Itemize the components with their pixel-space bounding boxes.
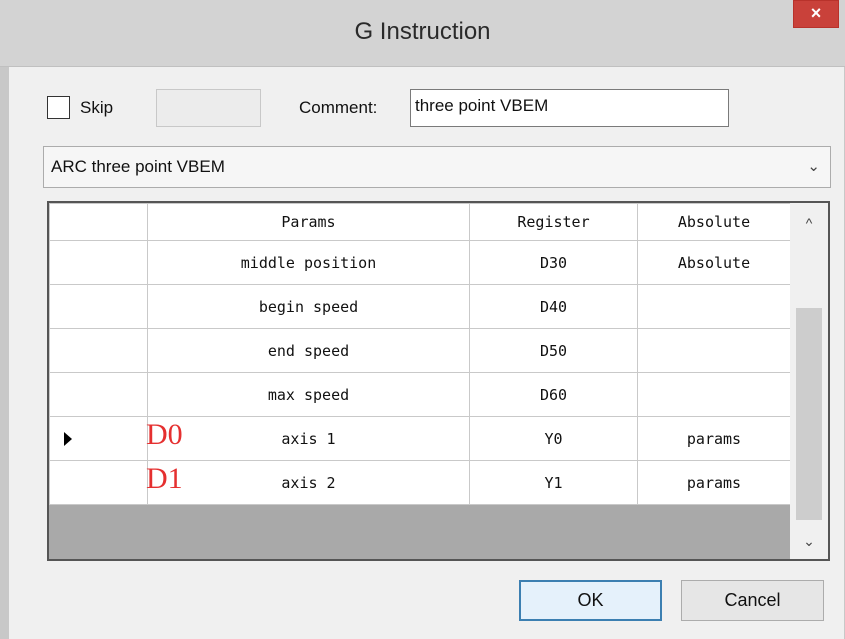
register-cell[interactable]: D50 [469, 328, 638, 373]
table-row[interactable]: begin speed D40 [49, 284, 791, 329]
param-cell[interactable]: D0 axis 1 [146, 416, 470, 461]
dialog-title: G Instruction [354, 18, 491, 45]
register-annotation: D0 [146, 418, 183, 451]
param-name: middle position [240, 253, 377, 272]
row-header-cell[interactable] [49, 416, 148, 461]
absolute-cell[interactable]: params [637, 460, 791, 505]
row-header-cell[interactable] [49, 240, 148, 285]
param-name: axis 1 [281, 429, 336, 448]
row-header-cell[interactable] [49, 328, 148, 373]
skip-value-field [156, 89, 261, 127]
param-cell[interactable]: begin speed [147, 284, 470, 329]
table-row[interactable]: D0 axis 1 Y0 params [49, 416, 791, 461]
skip-label: Skip [80, 98, 114, 117]
row-header-cell[interactable] [49, 372, 148, 417]
table-row[interactable]: max speed D60 [49, 372, 791, 417]
comment-label: Comment: [299, 98, 378, 117]
vertical-scrollbar[interactable]: ^ ⌄ [790, 203, 828, 559]
row-header-cell[interactable] [49, 284, 148, 329]
table-row[interactable]: middle position D30 Absolute [49, 240, 791, 285]
scrollbar-thumb[interactable] [796, 308, 822, 520]
param-cell[interactable]: end speed [147, 328, 470, 373]
ok-button[interactable]: OK [519, 580, 662, 621]
cancel-button[interactable]: Cancel [681, 580, 824, 621]
register-cell[interactable]: D60 [469, 372, 638, 417]
param-name: axis 2 [281, 473, 336, 492]
table-row[interactable]: D1 axis 2 Y1 params [49, 460, 791, 505]
register-cell[interactable]: D30 [469, 240, 638, 285]
register-cell[interactable]: D40 [469, 284, 638, 329]
title-bar[interactable]: G Instruction × [0, 0, 845, 67]
absolute-cell[interactable]: Absolute [637, 240, 791, 285]
param-name: begin speed [258, 297, 359, 316]
register-column-header[interactable]: Register [469, 203, 638, 241]
instruction-select-value: ARC three point VBEM [51, 157, 225, 176]
register-annotation: D1 [146, 462, 183, 495]
param-name: end speed [267, 341, 350, 360]
comment-input[interactable]: three point VBEM [410, 89, 729, 127]
absolute-cell[interactable] [637, 328, 791, 373]
absolute-cell[interactable] [637, 284, 791, 329]
param-name: max speed [267, 385, 350, 404]
row-header-cell[interactable] [49, 460, 148, 505]
instruction-select[interactable]: ARC three point VBEM ⌄ [43, 146, 831, 188]
absolute-cell[interactable] [637, 372, 791, 417]
g-instruction-dialog: G Instruction × Skip Comment: three poin… [0, 0, 845, 639]
param-cell[interactable]: middle position [147, 240, 470, 285]
scroll-up-icon[interactable]: ^ [790, 205, 828, 241]
scroll-down-icon[interactable]: ⌄ [790, 523, 828, 559]
absolute-column-header[interactable]: Absolute [637, 203, 791, 241]
register-cell[interactable]: Y0 [469, 416, 638, 461]
param-cell[interactable]: D1 axis 2 [146, 460, 470, 505]
param-cell[interactable]: max speed [147, 372, 470, 417]
current-row-marker-icon [64, 431, 72, 446]
row-header-corner [49, 203, 148, 241]
params-column-header[interactable]: Params [147, 203, 470, 241]
skip-checkbox[interactable] [47, 96, 70, 119]
absolute-cell[interactable]: params [637, 416, 791, 461]
chevron-down-icon[interactable]: ⌄ [807, 157, 820, 175]
params-table: Params Register Absolute middle position… [49, 203, 791, 505]
params-grid: Params Register Absolute middle position… [47, 201, 830, 561]
table-row[interactable]: end speed D50 [49, 328, 791, 373]
close-icon[interactable]: × [793, 0, 839, 28]
table-header-row: Params Register Absolute [49, 203, 791, 241]
register-cell[interactable]: Y1 [469, 460, 638, 505]
